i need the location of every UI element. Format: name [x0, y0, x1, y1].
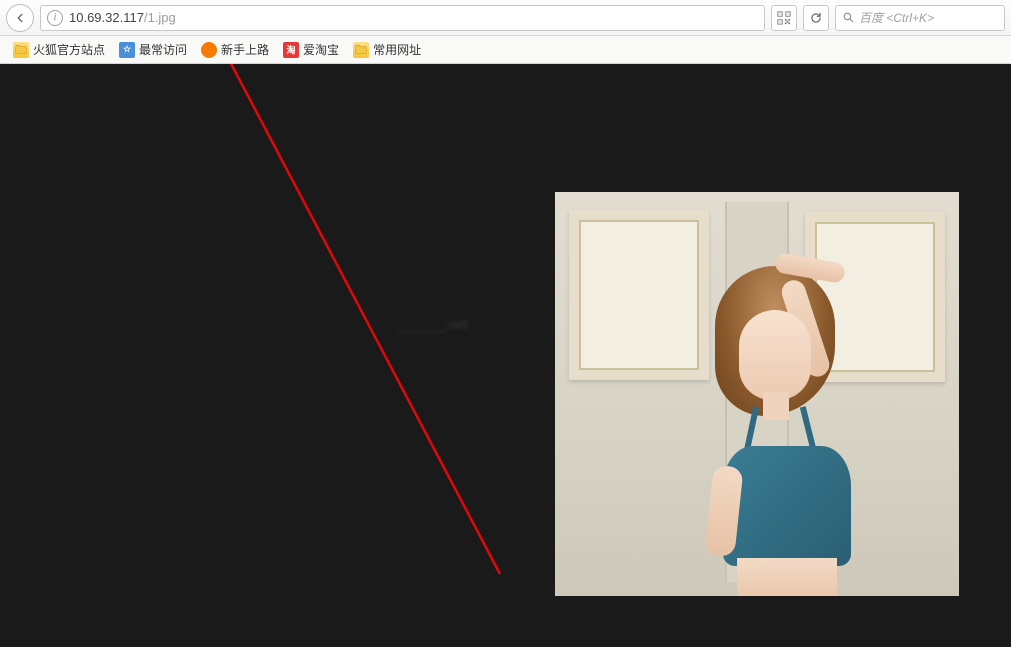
bookmark-label: 火狐官方站点 [33, 41, 105, 58]
url-path: /1.jpg [144, 10, 176, 25]
bookmark-item-common-sites[interactable]: 常用网址 [348, 39, 426, 60]
search-box[interactable]: 百度 <Ctrl+K> [835, 5, 1005, 31]
url-host: 10.69.32.117 [69, 10, 144, 25]
qr-code-icon [777, 11, 791, 25]
page-content: ______.net [0, 64, 1011, 647]
photo-subject [677, 266, 907, 596]
reload-button[interactable] [803, 5, 829, 31]
globe-icon: ☆ [119, 42, 135, 58]
bookmark-item-most-visited[interactable]: ☆ 最常访问 [114, 39, 192, 60]
folder-icon [13, 42, 29, 58]
address-bar[interactable]: i 10.69.32.117/1.jpg [40, 5, 765, 31]
bookmark-label: 最常访问 [139, 41, 187, 58]
site-info-icon[interactable]: i [47, 10, 63, 26]
taobao-icon: 淘 [283, 42, 299, 58]
watermark-text: ______.net [398, 316, 468, 332]
bookmarks-bar: 火狐官方站点 ☆ 最常访问 新手上路 淘 爱淘宝 常用网址 [0, 36, 1011, 64]
search-icon [842, 11, 855, 24]
qr-code-button[interactable] [771, 5, 797, 31]
image-content [555, 192, 959, 596]
bookmark-label: 新手上路 [221, 41, 269, 58]
url-text: 10.69.32.117/1.jpg [69, 10, 176, 25]
navigation-toolbar: i 10.69.32.117/1.jpg 百度 <Ctrl+K> [0, 0, 1011, 36]
firefox-icon [201, 42, 217, 58]
arrow-left-icon [13, 11, 27, 25]
bookmark-item-getting-started[interactable]: 新手上路 [196, 39, 274, 60]
reload-icon [809, 11, 823, 25]
annotation-arrow [0, 64, 600, 624]
bookmark-label: 爱淘宝 [303, 41, 339, 58]
bookmark-label: 常用网址 [373, 41, 421, 58]
back-button[interactable] [6, 4, 34, 32]
bookmark-item-taobao[interactable]: 淘 爱淘宝 [278, 39, 344, 60]
folder-icon [353, 42, 369, 58]
search-placeholder: 百度 <Ctrl+K> [859, 9, 934, 26]
bookmark-item-firefox[interactable]: 火狐官方站点 [8, 39, 110, 60]
